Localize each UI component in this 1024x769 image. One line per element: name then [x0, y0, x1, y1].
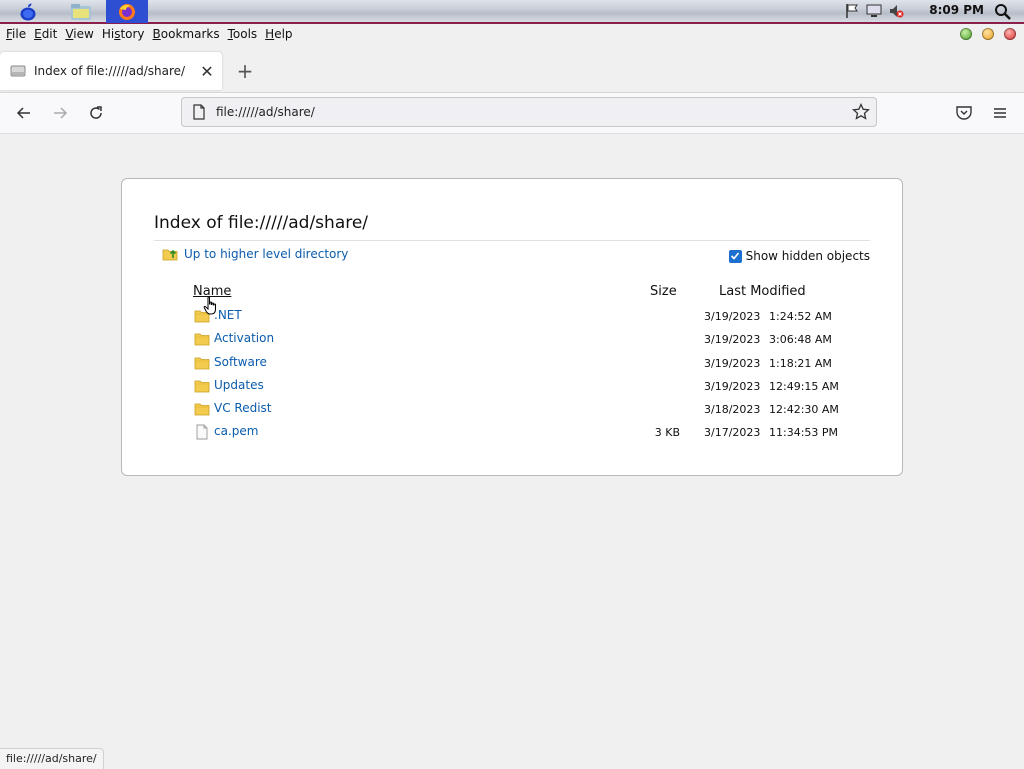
hand-cursor-icon	[203, 296, 216, 315]
file-manager-icon[interactable]	[68, 1, 94, 22]
drive-icon	[10, 65, 26, 77]
close-window-button[interactable]	[1004, 28, 1016, 40]
menu-tools[interactable]: Tools	[228, 27, 258, 41]
tab-title: Index of file://///ad/share/	[34, 64, 186, 78]
app-menu-button[interactable]	[988, 101, 1012, 125]
menu-help[interactable]: Help	[265, 27, 292, 41]
folder-icon	[194, 357, 210, 369]
flag-icon[interactable]	[844, 3, 860, 22]
address-bar[interactable]: file://///ad/share/	[181, 97, 877, 127]
file-date: 3/19/2023	[704, 310, 761, 323]
system-tray	[844, 3, 904, 21]
menu-history[interactable]: History	[102, 27, 145, 41]
pocket-icon	[956, 106, 972, 120]
table-row: VC Redist 3/18/2023 12:42:30 AM	[122, 398, 904, 421]
tab-index-share[interactable]: Index of file://///ad/share/ ✕	[0, 52, 222, 90]
file-time: 12:42:30 AM	[769, 403, 839, 417]
file-time: 3:06:48 AM	[769, 333, 832, 347]
file-link[interactable]: Activation	[214, 331, 274, 345]
show-hidden-toggle[interactable]: Show hidden objects	[728, 249, 870, 263]
tab-strip: Index of file://///ad/share/ ✕ +	[0, 50, 1024, 93]
maximize-button[interactable]	[982, 28, 994, 40]
apple-menu-icon[interactable]	[16, 1, 40, 22]
search-icon[interactable]	[994, 3, 1012, 24]
pocket-button[interactable]	[952, 101, 976, 125]
minimize-button[interactable]	[960, 28, 972, 40]
show-hidden-label: Show hidden objects	[745, 249, 870, 263]
file-time: 12:49:15 AM	[769, 379, 839, 393]
file-time: 1:24:52 AM	[769, 310, 832, 323]
file-size: 3 KB	[654, 426, 680, 440]
folder-icon	[194, 333, 210, 346]
file-link[interactable]: ca.pem	[214, 424, 258, 438]
table-row: ca.pem 3 KB 3/17/2023 11:34:53 PM	[122, 421, 904, 444]
volume-muted-icon[interactable]	[888, 3, 904, 22]
show-hidden-checkbox[interactable]	[728, 249, 742, 263]
status-bar: file://///ad/share/	[0, 748, 104, 769]
menu-bar: File Edit View History Bookmarks Tools H…	[0, 24, 1024, 44]
file-link[interactable]: VC Redist	[214, 401, 272, 415]
file-date: 3/18/2023	[704, 403, 761, 417]
back-button[interactable]	[12, 101, 36, 125]
network-icon[interactable]	[866, 3, 882, 22]
page-icon	[193, 104, 205, 120]
page-title: Index of file://///ad/share/	[154, 213, 870, 241]
up-directory-label[interactable]: Up to higher level directory	[184, 247, 348, 261]
file-date: 3/17/2023	[704, 426, 761, 440]
table-row: Updates 3/19/2023 12:49:15 AM	[122, 375, 904, 398]
file-date: 3/19/2023	[704, 356, 761, 370]
system-bar: 8:09 PM	[0, 0, 1024, 24]
menu-bookmarks[interactable]: Bookmarks	[153, 27, 220, 41]
system-clock[interactable]: 8:09 PM	[929, 3, 984, 17]
file-link[interactable]: Updates	[214, 378, 264, 392]
file-time: 11:34:53 PM	[769, 426, 839, 440]
arrow-right-icon	[54, 107, 68, 119]
menu-file[interactable]: File	[6, 27, 26, 41]
file-list: .NET 3/19/2023 1:24:52 AM Activation 3/1…	[122, 305, 904, 445]
directory-listing: Index of file://///ad/share/ Up to highe…	[121, 178, 903, 476]
column-header-last-modified[interactable]: Last Modified	[719, 284, 806, 299]
window-controls	[960, 28, 1016, 40]
hamburger-icon	[994, 108, 1006, 118]
file-time: 1:18:21 AM	[769, 356, 832, 370]
table-row: Activation 3/19/2023 3:06:48 AM	[122, 328, 904, 351]
up-directory-link[interactable]: Up to higher level directory	[162, 247, 348, 261]
arrow-left-icon	[16, 107, 30, 119]
file-date: 3/19/2023	[704, 379, 761, 393]
checkmark-icon	[731, 252, 740, 260]
new-tab-button[interactable]: +	[232, 58, 258, 84]
menu-view[interactable]: View	[65, 27, 93, 41]
folder-icon	[194, 403, 210, 416]
table-row: Software 3/19/2023 1:18:21 AM	[122, 352, 904, 375]
bookmark-star-icon[interactable]	[852, 103, 870, 121]
column-header-size[interactable]: Size	[650, 284, 677, 299]
firefox-taskbar-icon[interactable]	[106, 0, 148, 23]
file-date: 3/19/2023	[704, 333, 761, 347]
table-row: .NET 3/19/2023 1:24:52 AM	[122, 305, 904, 328]
file-link[interactable]: Software	[214, 355, 267, 369]
file-icon	[196, 425, 208, 440]
reload-icon	[90, 106, 102, 119]
navigation-toolbar: file://///ad/share/	[0, 93, 1024, 134]
reload-button[interactable]	[84, 101, 108, 125]
menu-edit[interactable]: Edit	[34, 27, 57, 41]
close-tab-icon[interactable]: ✕	[196, 62, 218, 81]
address-input[interactable]: file://///ad/share/	[216, 105, 852, 119]
forward-button[interactable]	[48, 101, 72, 125]
folder-icon	[194, 380, 210, 393]
page-content: Index of file://///ad/share/ Up to highe…	[0, 134, 1024, 748]
folder-up-icon	[162, 249, 178, 261]
